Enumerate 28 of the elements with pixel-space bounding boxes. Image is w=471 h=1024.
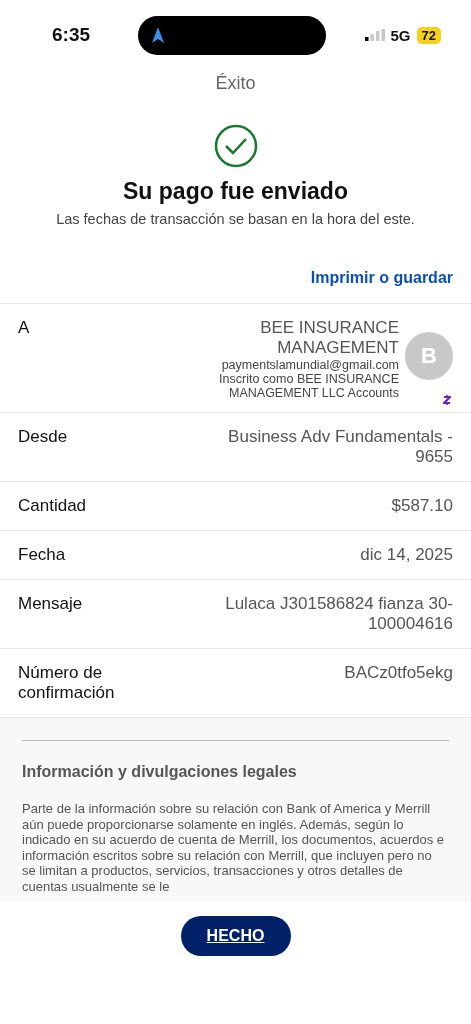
network-label: 5G bbox=[390, 26, 411, 44]
screen-title: Éxito bbox=[214, 73, 257, 94]
detail-label: Número de confirmación bbox=[18, 663, 116, 703]
timezone-note: Las fechas de transacción se basan en la hora del este. bbox=[55, 211, 416, 227]
signal-icon bbox=[364, 29, 385, 41]
navigation-arrow-icon bbox=[152, 27, 164, 43]
legal-text: Parte de la información sobre su relación con Bank of America y Merrill aún puede proporcionarse solamente en inglés. Además, según lo indicado en su acuerdo de cuenta de Merrill, los documentos, acuerdos e información escritos sobre su relación con Merrill, que incluyen pero no se limitan a productos, servicios, transacciones y otros detalles de cuentas usualmente se le bbox=[22, 801, 446, 894]
detail-value: $587.10 bbox=[391, 496, 453, 516]
status-time: 6:35 bbox=[52, 24, 92, 46]
legal-heading: Información y divulgaciones legales bbox=[22, 763, 298, 781]
battery-indicator: 72 bbox=[416, 26, 441, 44]
enrollment-note: Inscrito como BEE INSURANCE MANAGEMENT LLC Accounts bbox=[218, 372, 399, 400]
detail-label: Mensaje bbox=[18, 594, 84, 614]
detail-label: Desde bbox=[18, 427, 69, 447]
recipient-email: paymentslamundial@gmail.com bbox=[221, 358, 399, 372]
detail-label: A bbox=[18, 318, 31, 338]
success-check-icon bbox=[213, 124, 258, 168]
recipient-name: BEE INSURANCE MANAGEMENT bbox=[259, 318, 399, 358]
done-button[interactable]: HECHO bbox=[180, 916, 291, 956]
payment-badge-icon bbox=[443, 394, 451, 406]
print-or-save-link[interactable]: Imprimir o guardar bbox=[310, 269, 453, 303]
success-heading: Su pago fue enviado bbox=[122, 178, 349, 205]
detail-label: Cantidad bbox=[18, 496, 88, 516]
detail-value: Lulaca J301586824 fianza 30-100004616 bbox=[224, 594, 453, 634]
detail-value: BACz0tfo5ekg bbox=[344, 663, 453, 683]
detail-value: Business Adv Fundamentals - 9655 bbox=[227, 427, 453, 467]
detail-label: Fecha bbox=[18, 545, 67, 565]
detail-value: dic 14, 2025 bbox=[360, 545, 453, 565]
